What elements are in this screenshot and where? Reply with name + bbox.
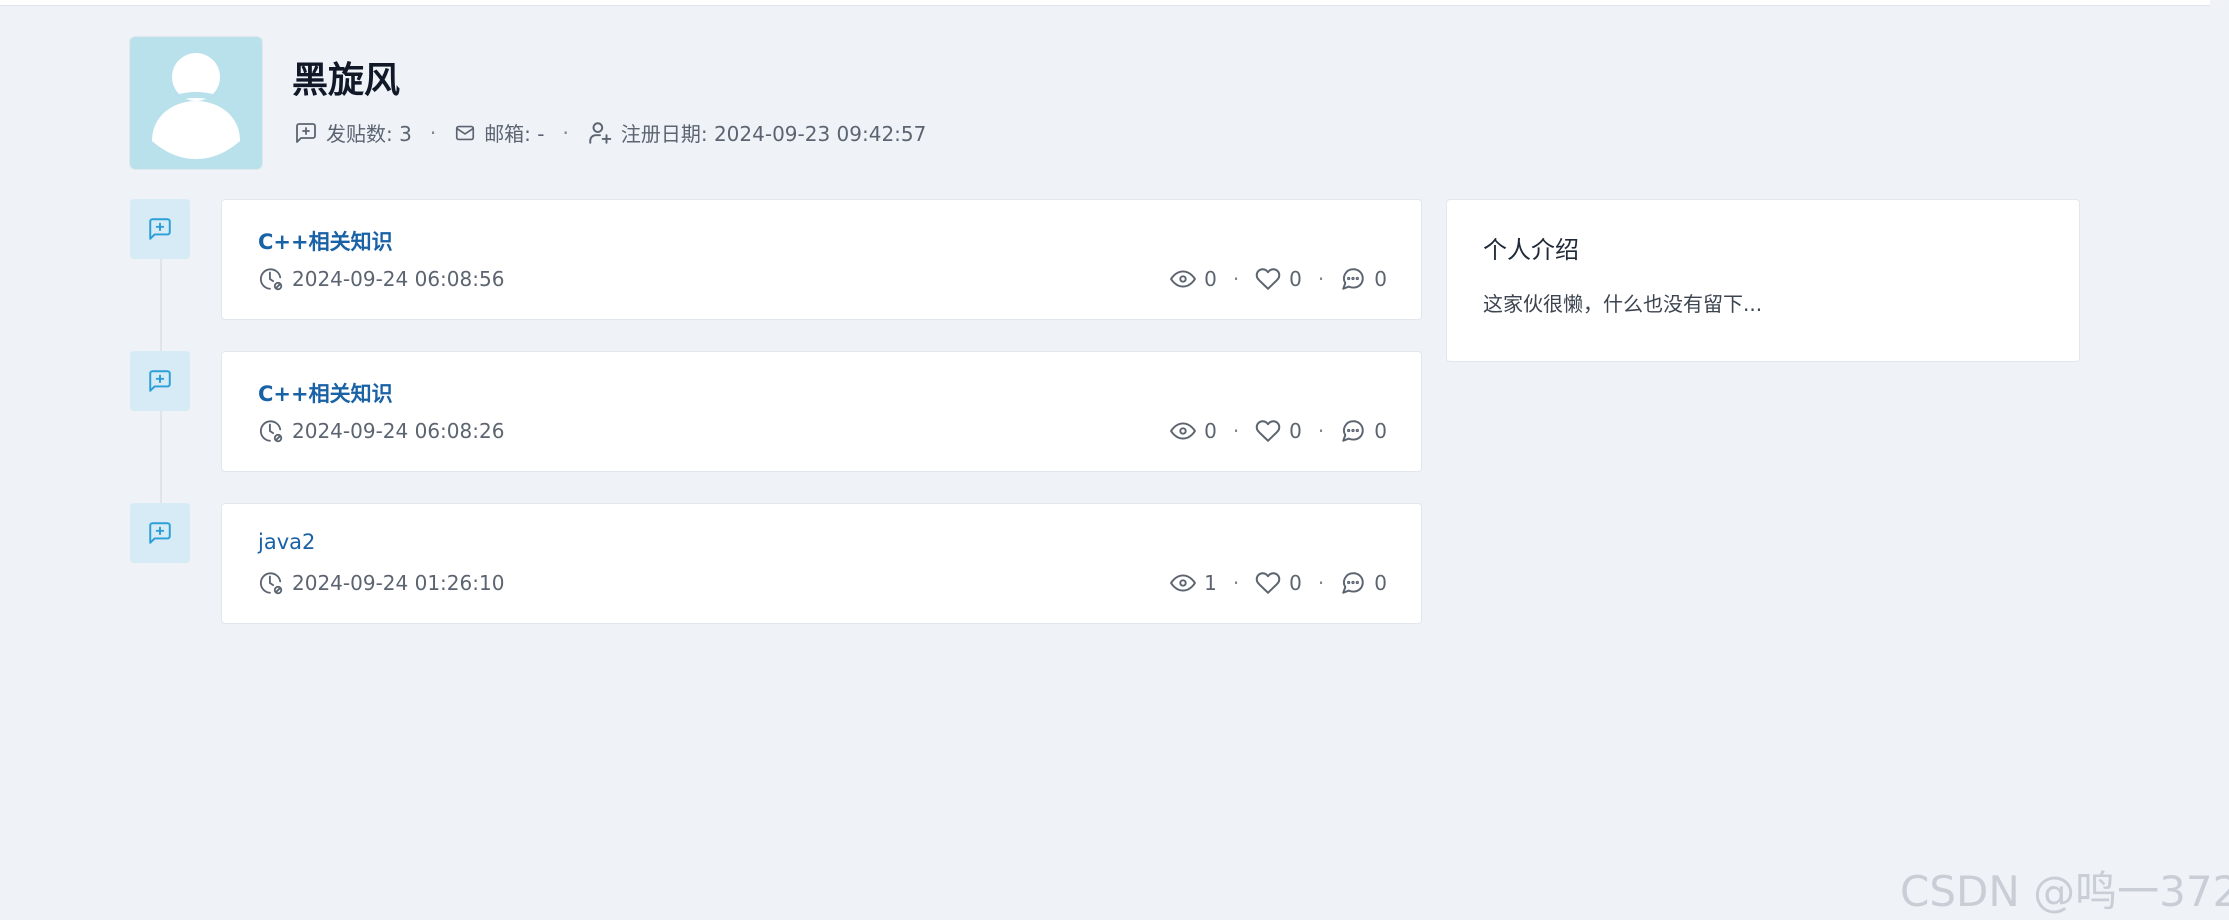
post-card[interactable]: C++相关知识 2024-09-24 06:08:56 0 · 0 · 0 (221, 199, 1422, 320)
separator-dot: · (562, 120, 569, 145)
likes-count: 0 (1289, 267, 1302, 291)
register-date-stat: 注册日期: 2024-09-23 09:42:57 (587, 118, 927, 147)
post-title-link[interactable]: C++相关知识 (258, 378, 393, 408)
likes-count: 0 (1289, 571, 1302, 595)
message-square-plus-icon (149, 522, 171, 544)
separator-dot: · (1317, 571, 1325, 595)
eye-icon (1170, 574, 1196, 592)
post-date-text: 2024-09-24 06:08:56 (292, 267, 505, 291)
post-title-link[interactable]: C++相关知识 (258, 226, 393, 256)
post-date: 2024-09-24 01:26:10 (258, 570, 504, 596)
post-timeline-icon (130, 351, 190, 411)
comments-metric[interactable]: 0 (1340, 266, 1387, 292)
separator-dot: · (1232, 571, 1240, 595)
intro-card: 个人介绍 这家伙很懒，什么也没有留下... (1446, 199, 2080, 362)
views-metric: 0 (1170, 418, 1217, 444)
separator-dot: · (1232, 419, 1240, 443)
post-date: 2024-09-24 06:08:56 (258, 266, 504, 292)
post-date-text: 2024-09-24 01:26:10 (292, 571, 505, 595)
clock-icon (259, 420, 283, 443)
post-metrics: 0 · 0 · 0 (1170, 266, 1387, 292)
email-stat: 邮箱: - (454, 118, 545, 147)
comments-count: 0 (1374, 267, 1387, 291)
message-square-plus-icon (149, 218, 171, 240)
heart-icon (1255, 572, 1281, 594)
message-square-plus-icon (149, 370, 171, 392)
post-metrics: 0 · 0 · 0 (1170, 418, 1387, 444)
views-count: 0 (1204, 419, 1217, 443)
post-card[interactable]: C++相关知识 2024-09-24 06:08:26 0 · 0 · 0 (221, 351, 1422, 472)
watermark: CSDN @鸣一372 (1900, 867, 2229, 916)
email-label: 邮箱: - (484, 122, 545, 146)
post-card[interactable]: java2 2024-09-24 01:26:10 1 · 0 · 0 (221, 503, 1422, 624)
separator-dot: · (429, 120, 437, 145)
comments-metric[interactable]: 0 (1340, 570, 1387, 596)
message-square-plus-icon (296, 122, 316, 143)
heart-icon (1255, 420, 1281, 442)
intro-title: 个人介绍 (1483, 236, 1579, 264)
intro-text: 这家伙很懒，什么也没有留下... (1483, 292, 1763, 316)
views-metric: 0 (1170, 266, 1217, 292)
username: 黑旋风 (292, 60, 401, 101)
likes-count: 0 (1289, 419, 1302, 443)
heart-icon (1255, 268, 1281, 290)
separator-dot: · (1317, 267, 1325, 291)
avatar[interactable] (129, 36, 263, 170)
likes-metric[interactable]: 0 (1255, 570, 1302, 596)
eye-icon (1170, 270, 1196, 288)
eye-icon (1170, 422, 1196, 440)
likes-metric[interactable]: 0 (1255, 266, 1302, 292)
post-timeline-icon (130, 199, 190, 259)
comments-metric[interactable]: 0 (1340, 418, 1387, 444)
views-metric: 1 (1170, 570, 1217, 596)
message-circle-icon (1342, 268, 1364, 290)
separator-dot: · (1232, 267, 1240, 291)
message-circle-icon (1342, 420, 1364, 442)
top-bar (0, 0, 2210, 6)
post-title-link[interactable]: java2 (258, 530, 315, 554)
comments-count: 0 (1374, 571, 1387, 595)
post-date: 2024-09-24 06:08:26 (258, 418, 504, 444)
separator-dot: · (1317, 419, 1325, 443)
post-count-label: 发贴数: 3 (326, 122, 412, 146)
user-plus-icon (589, 121, 612, 144)
comments-count: 0 (1374, 419, 1387, 443)
clock-icon (259, 572, 283, 595)
post-count-stat: 发贴数: 3 (294, 118, 412, 147)
likes-metric[interactable]: 0 (1255, 418, 1302, 444)
profile-stats: 发贴数: 3 · 邮箱: - · 注册日期: 2024-09-23 09:42:… (294, 118, 926, 147)
clock-icon (259, 268, 283, 291)
views-count: 0 (1204, 267, 1217, 291)
message-circle-icon (1342, 572, 1364, 594)
register-date-label: 注册日期: 2024-09-23 09:42:57 (620, 122, 927, 146)
default-user-avatar-icon (130, 37, 262, 169)
mail-icon (456, 125, 475, 140)
post-metrics: 1 · 0 · 0 (1170, 570, 1387, 596)
post-timeline-icon (130, 503, 190, 563)
post-date-text: 2024-09-24 06:08:26 (292, 419, 505, 443)
views-count: 1 (1204, 571, 1217, 595)
